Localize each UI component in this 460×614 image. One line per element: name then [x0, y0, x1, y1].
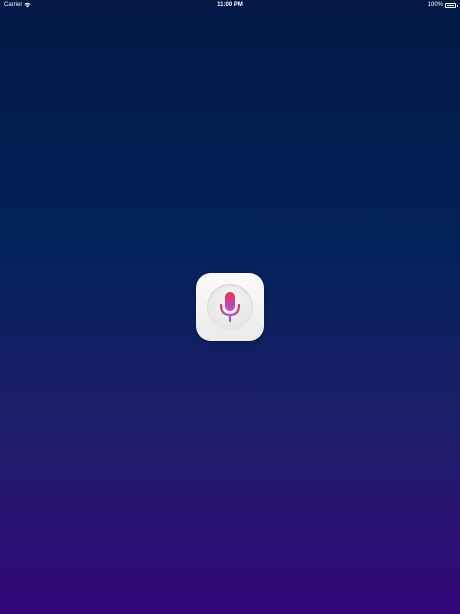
app-icon-tile: [196, 273, 264, 341]
microphone-icon: [218, 291, 242, 323]
mic-badge: [207, 284, 253, 330]
battery-fill: [447, 4, 454, 6]
battery-percentage: 100%: [427, 2, 443, 8]
battery-icon: [445, 2, 458, 8]
splash-screen: { "status_bar": { "carrier": "Carrier", …: [0, 0, 460, 614]
clock: 11:00 PM: [217, 2, 243, 8]
battery-group: 100%: [427, 0, 458, 10]
status-bar: Carrier 11:00 PM 100%: [0, 0, 460, 10]
